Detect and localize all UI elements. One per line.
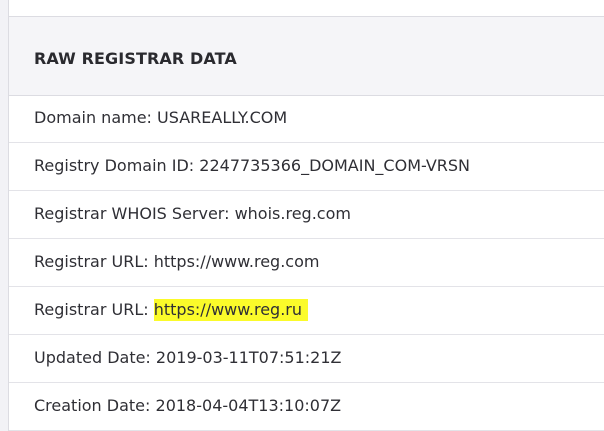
whois-line: Registrar WHOIS Server: whois.reg.com <box>34 204 351 223</box>
whois-value: whois.reg.com <box>234 204 351 223</box>
whois-value: 2019-03-11T07:51:21Z <box>155 348 342 367</box>
whois-label: Registrar URL: <box>34 300 149 319</box>
whois-row-highlighted: Registrar URL: https://www.reg.ru <box>9 287 604 335</box>
whois-line: Registrar URL: https://www.reg.ru <box>34 299 308 321</box>
whois-line: Registry Domain ID: 2247735366_DOMAIN_CO… <box>34 156 470 175</box>
whois-row: Registry Domain ID: 2247735366_DOMAIN_CO… <box>9 143 604 191</box>
whois-line: Updated Date: 2019-03-11T07:51:21Z <box>34 348 342 367</box>
whois-label: Domain name: <box>34 108 152 127</box>
whois-label: Updated Date: <box>34 348 151 367</box>
whois-row: Domain name: USAREALLY.COM <box>9 95 604 143</box>
whois-row: Updated Date: 2019-03-11T07:51:21Z <box>9 335 604 383</box>
whois-label: Creation Date: <box>34 396 151 415</box>
whois-value: USAREALLY.COM <box>157 108 288 127</box>
whois-value: 2247735366_DOMAIN_COM-VRSN <box>199 156 471 175</box>
whois-line: Creation Date: 2018-04-04T13:10:07Z <box>34 396 341 415</box>
panel-header: RAW REGISTRAR DATA <box>9 17 604 96</box>
whois-line: Registrar URL: https://www.reg.com <box>34 252 319 271</box>
whois-row: Registrar URL: https://www.reg.com <box>9 239 604 287</box>
whois-row: Registrar WHOIS Server: whois.reg.com <box>9 191 604 239</box>
whois-label: Registrar WHOIS Server: <box>34 204 230 223</box>
highlighted-whois-value: https://www.reg.ru <box>153 299 308 321</box>
whois-line: Domain name: USAREALLY.COM <box>34 108 287 127</box>
whois-value: 2018-04-04T13:10:07Z <box>155 396 342 415</box>
whois-label: Registrar URL: <box>34 252 149 271</box>
whois-row: Creation Date: 2018-04-04T13:10:07Z <box>9 383 604 431</box>
whois-label: Registry Domain ID: <box>34 156 195 175</box>
whois-value: https://www.reg.com <box>153 252 320 271</box>
section-title: RAW REGISTRAR DATA <box>34 49 237 68</box>
